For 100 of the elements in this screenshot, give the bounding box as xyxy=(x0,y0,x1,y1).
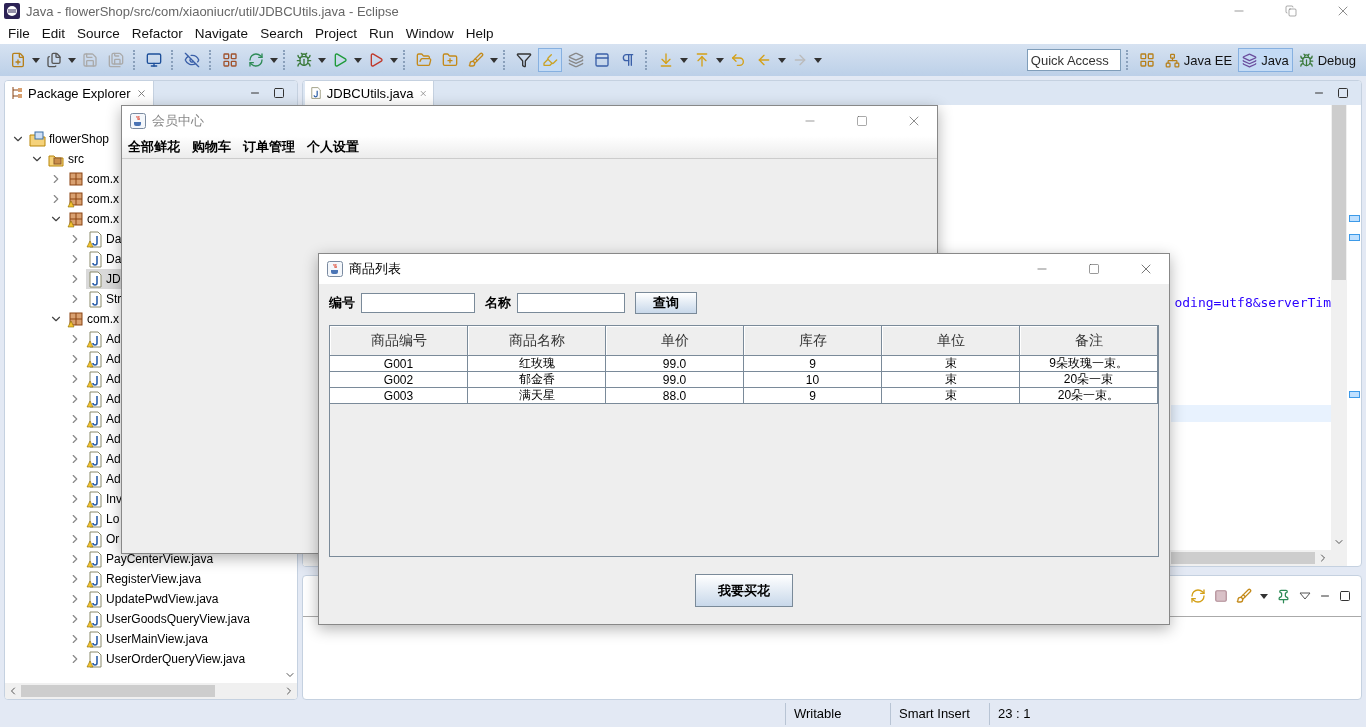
caret-icon[interactable] xyxy=(716,57,724,63)
refresh-icon[interactable] xyxy=(1190,588,1206,604)
column-header[interactable]: 单位 xyxy=(882,326,1020,356)
menu-item[interactable]: Edit xyxy=(35,23,72,43)
tree-item[interactable]: UpdatePwdView.java xyxy=(86,589,219,609)
tree-item[interactable]: UserGoodsQueryView.java xyxy=(86,609,250,629)
menu-item[interactable]: 购物车 xyxy=(186,138,237,156)
refresh-icon xyxy=(248,52,264,68)
overview-marker[interactable] xyxy=(1348,234,1360,241)
caret-icon[interactable] xyxy=(270,57,278,63)
caret-icon[interactable] xyxy=(354,57,362,63)
column-header[interactable]: 备注 xyxy=(1020,326,1158,356)
tree-item[interactable]: Lo xyxy=(86,509,120,529)
caret-icon[interactable] xyxy=(680,57,688,63)
tree-item[interactable]: Ad xyxy=(86,369,121,389)
tree-item[interactable]: Inv xyxy=(86,489,122,509)
maximize-icon[interactable] xyxy=(273,87,285,99)
table-cell: 束 xyxy=(882,388,1020,404)
overview-marker[interactable] xyxy=(1348,215,1360,222)
vertical-scrollbar[interactable] xyxy=(1331,105,1347,566)
view-menu-icon[interactable] xyxy=(1299,592,1311,600)
search-button[interactable]: 查询 xyxy=(635,292,697,314)
tree-item[interactable]: Da xyxy=(86,229,122,249)
new-file-icon xyxy=(10,52,26,68)
menu-item[interactable]: Navigate xyxy=(188,23,255,43)
column-header[interactable]: 商品名称 xyxy=(468,326,606,356)
menu-item[interactable]: Project xyxy=(308,23,363,43)
tree-item[interactable]: Ad xyxy=(86,409,121,429)
menu-item[interactable]: Run xyxy=(362,23,400,43)
tree-item[interactable]: Or xyxy=(86,529,120,549)
save-icon xyxy=(82,52,98,68)
menu-item[interactable]: 全部鲜花 xyxy=(122,138,186,156)
perspective-button[interactable]: Java EE xyxy=(1160,48,1237,72)
perspective-button[interactable]: Debug xyxy=(1294,48,1360,72)
tree-item[interactable]: Ad xyxy=(86,389,121,409)
caret-icon[interactable] xyxy=(68,57,76,63)
caret-icon[interactable] xyxy=(32,57,40,63)
tree-item[interactable]: UserMainView.java xyxy=(86,629,208,649)
bug-icon xyxy=(296,52,312,68)
tree-item[interactable]: com.x xyxy=(67,309,119,329)
table-cell: 20朵一束 xyxy=(1020,372,1158,388)
tree-item[interactable]: JD xyxy=(86,269,121,289)
caret-icon[interactable] xyxy=(1260,593,1268,599)
quick-access-field[interactable]: Quick Access xyxy=(1026,49,1121,71)
pin-icon[interactable] xyxy=(1276,588,1291,604)
caret-icon[interactable] xyxy=(490,57,498,63)
close-icon[interactable] xyxy=(135,87,147,99)
overview-marker[interactable] xyxy=(1348,391,1360,398)
input-field[interactable] xyxy=(361,293,475,313)
tree-item[interactable]: Ad xyxy=(86,469,121,489)
editor-tab[interactable]: JDBCUtils.java xyxy=(305,81,434,105)
menu-item[interactable]: Search xyxy=(254,23,309,43)
column-header[interactable]: 单价 xyxy=(606,326,744,356)
view-tab[interactable]: Package Explorer xyxy=(5,81,154,105)
window-title: 会员中心 xyxy=(152,112,205,130)
field-label: 编号 xyxy=(329,294,355,312)
grid-icon xyxy=(222,52,238,68)
restore-icon xyxy=(1285,5,1297,17)
horizontal-scrollbar[interactable] xyxy=(5,683,297,699)
tree-item[interactable]: Str xyxy=(86,289,122,309)
tree-item[interactable]: com.x xyxy=(67,209,119,229)
menu-item[interactable]: File xyxy=(2,23,36,43)
maximize-icon[interactable] xyxy=(1337,87,1349,99)
caret-icon[interactable] xyxy=(814,57,822,63)
column-header[interactable]: 库存 xyxy=(744,326,882,356)
menu-item[interactable]: Source xyxy=(71,23,126,43)
perspective-button[interactable]: Java xyxy=(1238,48,1293,72)
tree-item[interactable]: flowerShop xyxy=(29,129,110,149)
maximize-icon[interactable] xyxy=(1339,590,1351,602)
tree-item[interactable]: PayCenterView.java xyxy=(86,549,214,569)
menu-item[interactable]: 订单管理 xyxy=(237,138,301,156)
window-title: Java - flowerShop/src/com/xiaoniucr/util/JDBCUtils.java - Eclipse xyxy=(26,3,400,19)
menu-item[interactable]: Help xyxy=(459,23,500,43)
column-header[interactable]: 商品编号 xyxy=(330,326,468,356)
tree-item[interactable]: Ad xyxy=(86,329,121,349)
tree-item[interactable]: Ad xyxy=(86,429,121,449)
menu-item[interactable]: Refactor xyxy=(125,23,189,43)
tree-item[interactable]: com.x xyxy=(67,169,119,189)
table-cell: 9 xyxy=(744,356,882,372)
table-cell: 束 xyxy=(882,356,1020,372)
tree-item[interactable]: UserOrderQueryView.java xyxy=(86,649,246,669)
buy-button[interactable]: 我要买花 xyxy=(695,574,793,607)
caret-icon[interactable] xyxy=(318,57,326,63)
input-field[interactable] xyxy=(517,293,625,313)
scrollbar-thumb[interactable] xyxy=(1171,552,1315,564)
tree-item[interactable]: Da xyxy=(86,249,122,269)
tree-item[interactable]: Ad xyxy=(86,449,121,469)
menu-item[interactable]: Window xyxy=(399,23,460,43)
tree-item[interactable]: RegisterView.java xyxy=(86,569,202,589)
tree-item[interactable]: com.x xyxy=(67,189,119,209)
brush-icon[interactable] xyxy=(1236,588,1252,604)
tree-item[interactable]: src xyxy=(48,149,84,169)
caret-icon[interactable] xyxy=(390,57,398,63)
menu-item[interactable]: 个人设置 xyxy=(301,138,365,156)
stop-icon[interactable] xyxy=(1214,589,1228,603)
grid-icon xyxy=(1138,52,1155,68)
pilcrow-icon xyxy=(620,52,636,68)
caret-icon[interactable] xyxy=(778,57,786,63)
tree-item[interactable]: Ad xyxy=(86,349,121,369)
filter-icon xyxy=(516,52,532,68)
